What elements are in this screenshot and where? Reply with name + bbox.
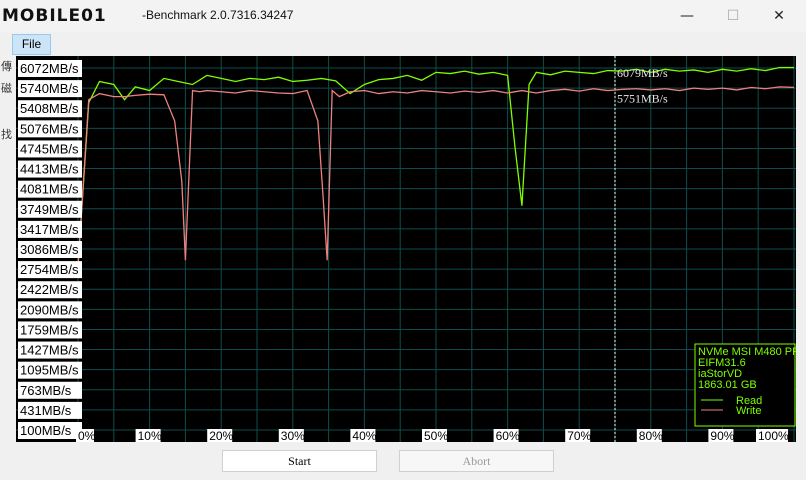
- y-tick-label: 4745MB/s: [20, 141, 79, 156]
- y-tick-label: 5076MB/s: [20, 121, 79, 136]
- y-tick-label: 5408MB/s: [20, 101, 79, 116]
- maximize-button[interactable]: ☐: [710, 0, 756, 32]
- y-tick-label: 431MB/s: [20, 403, 72, 418]
- x-tick-label: 90%: [710, 429, 734, 442]
- background-window-strip-right: [796, 56, 806, 442]
- abort-button[interactable]: Abort: [399, 450, 554, 472]
- x-tick-label: 70%: [567, 429, 591, 442]
- legend-write-label: Write: [736, 405, 761, 417]
- title-bar: MOBILE01 -Benchmark 2.0.7316.34247 — ☐ ✕: [0, 0, 806, 32]
- y-tick-label: 4081MB/s: [20, 182, 79, 197]
- x-tick-label: 40%: [352, 429, 376, 442]
- y-tick-label: 4413MB/s: [20, 162, 79, 177]
- close-button[interactable]: ✕: [756, 0, 802, 32]
- current-read-label: 6079MB/s: [617, 66, 668, 80]
- legend-info-text: 1863.01 GB: [698, 379, 757, 391]
- minimize-button[interactable]: —: [664, 0, 710, 32]
- x-tick-label: 80%: [639, 429, 663, 442]
- x-tick-label: 60%: [496, 429, 520, 442]
- y-tick-label: 2090MB/s: [20, 302, 79, 317]
- benchmark-chart: 6072MB/s 5740MB/s 5408MB/s 5076MB/s 4745MB/s…: [16, 56, 796, 442]
- x-tick-label: 50%: [424, 429, 448, 442]
- y-tick-label: 3086MB/s: [20, 242, 79, 257]
- background-window-strip: 傳 磁 找: [0, 56, 16, 442]
- y-tick-label: 1759MB/s: [20, 322, 79, 337]
- app-logo: MOBILE01: [2, 6, 107, 26]
- y-tick-label: 3417MB/s: [20, 222, 79, 237]
- y-tick-label: 100MB/s: [20, 423, 72, 438]
- x-tick-label: 0%: [78, 429, 96, 442]
- x-tick-label: 20%: [209, 429, 233, 442]
- menu-file[interactable]: File: [12, 34, 51, 55]
- menu-bar: File: [0, 32, 806, 56]
- y-tick-label: 1427MB/s: [20, 343, 79, 358]
- y-tick-label: 2422MB/s: [20, 282, 79, 297]
- start-button[interactable]: Start: [222, 450, 377, 472]
- current-write-label: 5751MB/s: [617, 92, 668, 106]
- x-tick-label: 10%: [138, 429, 162, 442]
- y-tick-label: 763MB/s: [20, 383, 72, 398]
- background-text: 傳: [1, 61, 12, 73]
- y-tick-label: 6072MB/s: [20, 61, 79, 76]
- y-tick-label: 5740MB/s: [20, 81, 79, 96]
- y-tick-label: 3749MB/s: [20, 202, 79, 217]
- bottom-bar: Start Abort: [0, 442, 806, 480]
- chart-canvas: 6072MB/s 5740MB/s 5408MB/s 5076MB/s 4745MB/s…: [16, 56, 796, 442]
- x-tick-label: 100%: [758, 429, 789, 442]
- background-text: 磁: [1, 83, 12, 95]
- y-tick-label: 2754MB/s: [20, 262, 79, 277]
- x-tick-label: 30%: [281, 429, 305, 442]
- y-tick-label: 1095MB/s: [20, 363, 79, 378]
- background-text: 找: [1, 129, 12, 141]
- window-title: -Benchmark 2.0.7316.34247: [142, 8, 294, 22]
